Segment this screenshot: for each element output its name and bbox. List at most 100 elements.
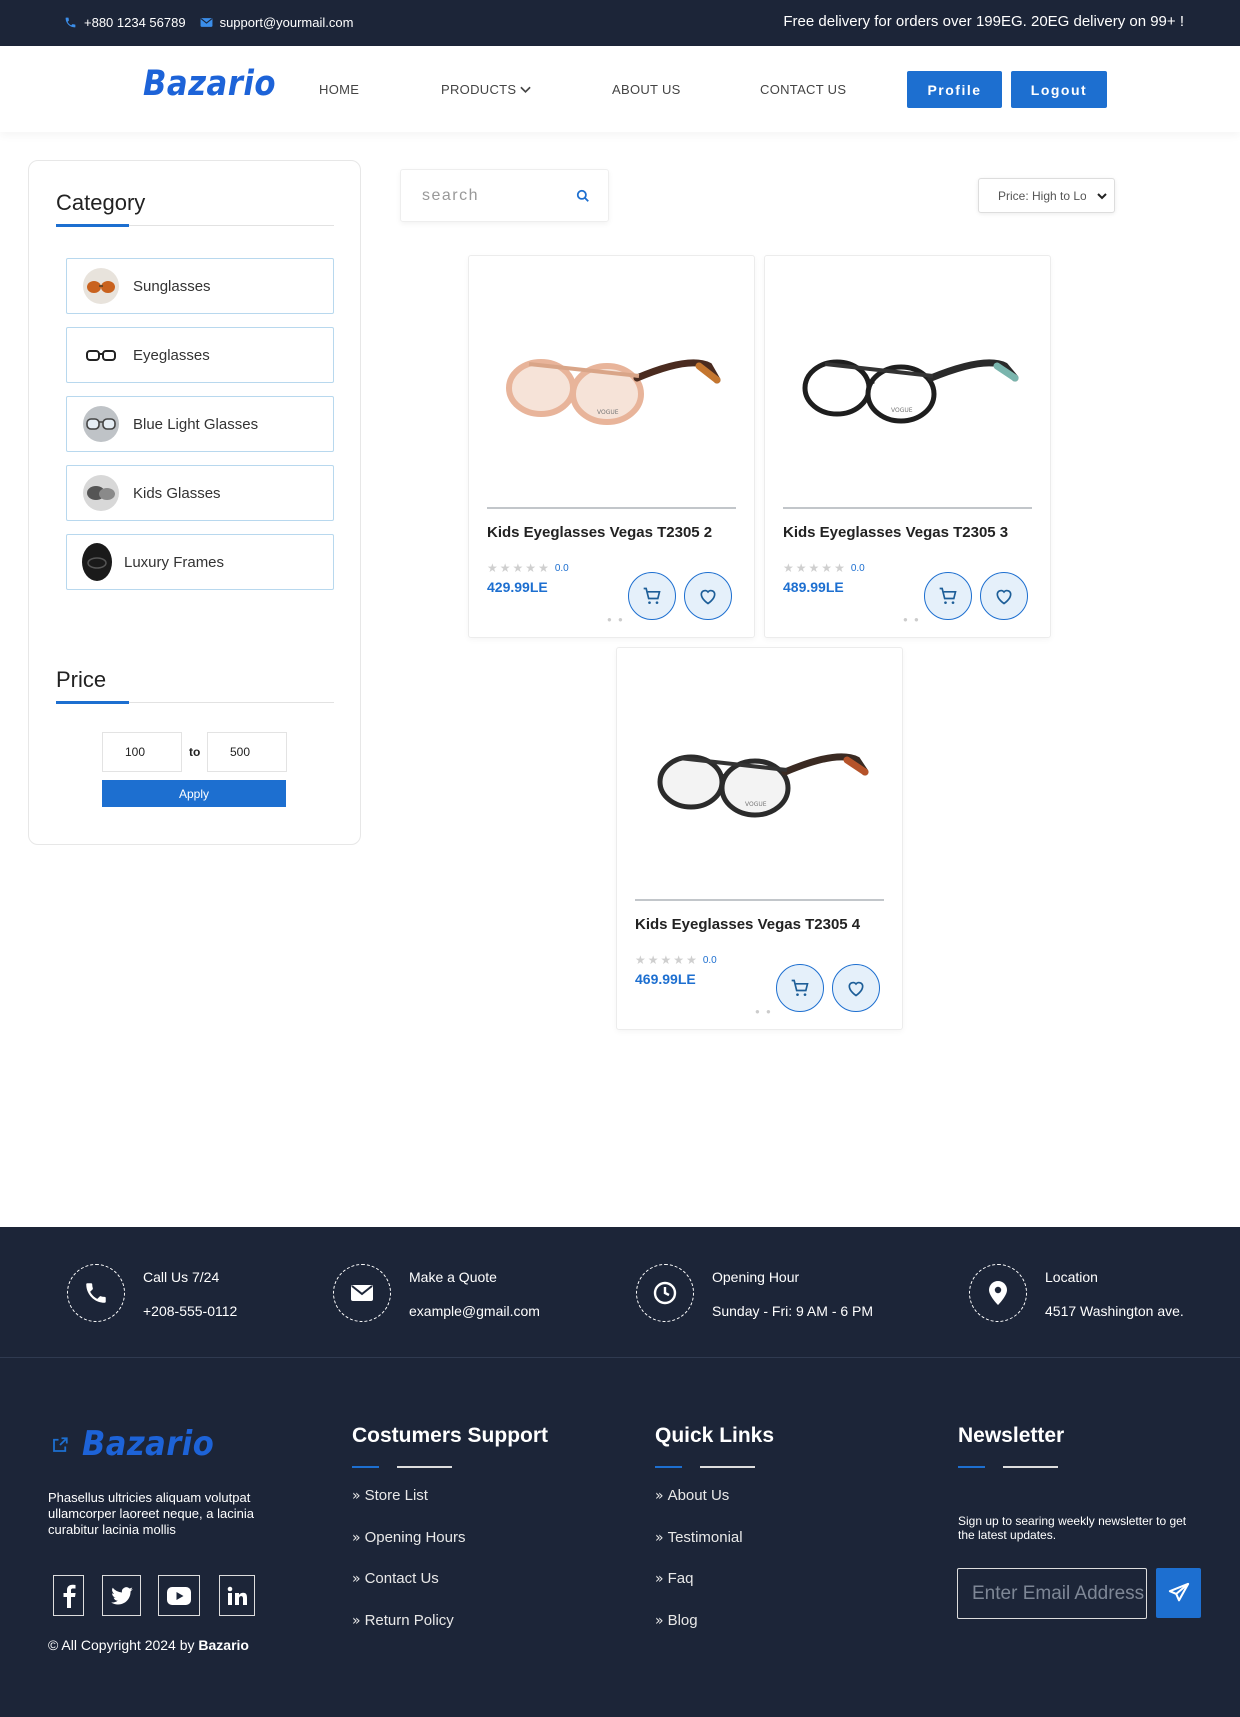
call-value[interactable]: +208-555-0112 <box>143 1303 237 1319</box>
facebook-icon[interactable] <box>53 1575 84 1616</box>
copyright: © All Copyright 2024 by Bazario <box>48 1637 249 1653</box>
chevron-down-icon <box>520 86 532 93</box>
category-item-luxury-frames[interactable]: Luxury Frames <box>66 534 334 590</box>
footer-link-label: Testimonial <box>667 1529 743 1546</box>
product-name[interactable]: Kids Eyeglasses Vegas T2305 3 <box>783 524 1008 541</box>
youtube-icon[interactable] <box>158 1575 200 1616</box>
nav-home[interactable]: HOME <box>319 82 359 97</box>
phone-icon <box>65 17 76 28</box>
category-item-eyeglasses[interactable]: Eyeglasses <box>66 327 334 383</box>
rating-value: 0.0 <box>850 562 865 574</box>
footer-link-opening-hours[interactable]: » Opening Hours <box>352 1529 465 1546</box>
wishlist-button[interactable] <box>684 572 732 620</box>
apply-price-button[interactable]: Apply <box>102 780 286 807</box>
phone-icon <box>67 1264 125 1322</box>
rating-stars: ★ ★ ★ ★ ★ 0.0 <box>487 561 569 575</box>
category-item-blue-light-glasses[interactable]: Blue Light Glasses <box>66 396 334 452</box>
add-to-cart-button[interactable] <box>924 572 972 620</box>
svg-text:VOGUE: VOGUE <box>891 407 913 414</box>
footer-link-label: Faq <box>667 1570 694 1587</box>
newsletter-submit-button[interactable] <box>1156 1568 1201 1618</box>
nav-products-label: PRODUCTS <box>441 82 517 97</box>
profile-button[interactable]: Profile <box>907 71 1002 108</box>
linkedin-icon[interactable] <box>219 1575 255 1616</box>
footer-link-return-policy[interactable]: » Return Policy <box>352 1612 454 1629</box>
category-title-underline <box>56 224 334 227</box>
add-to-cart-button[interactable] <box>776 964 824 1012</box>
external-link-icon[interactable] <box>51 1436 69 1454</box>
promo-banner: Free delivery for orders over 199EG. 20E… <box>783 13 1184 30</box>
title-underline-accent <box>958 1466 985 1468</box>
product-price: 429.99LE <box>487 579 548 595</box>
carousel-dots: ● ● <box>607 615 625 624</box>
footer-link-label: Blog <box>667 1612 698 1629</box>
top-phone[interactable]: +880 1234 56789 <box>64 15 186 30</box>
category-item-kids-glasses[interactable]: Kids Glasses <box>66 465 334 521</box>
footer-link-label: About Us <box>667 1487 730 1504</box>
price-range-separator: to <box>189 745 201 759</box>
carousel-dots: ● ● <box>903 615 921 624</box>
footer-logo[interactable]: Bazario <box>82 1424 214 1464</box>
svg-text:VOGUE: VOGUE <box>597 409 619 416</box>
quote-value[interactable]: example@gmail.com <box>409 1303 540 1319</box>
title-underline <box>397 1466 452 1468</box>
wishlist-button[interactable] <box>980 572 1028 620</box>
sort-select[interactable]: Price: High to Low <box>978 178 1115 213</box>
product-card[interactable]: VOGUE Kids Eyeglasses Vegas T2305 4 ★ ★ ★ ★… <box>616 647 903 1030</box>
logo[interactable]: Bazario <box>143 64 276 104</box>
clock-icon <box>636 1264 694 1322</box>
price-min-input[interactable]: 100 <box>102 732 182 772</box>
footer-link-testimonial[interactable]: » Testimonial <box>655 1529 743 1546</box>
footer-link-about-us[interactable]: » About Us <box>655 1487 729 1504</box>
search-input[interactable]: search <box>422 187 479 205</box>
product-card[interactable]: VOGUE Kids Eyeglasses Vegas T2305 3 ★ ★ ★ ★… <box>764 255 1051 638</box>
search-box[interactable]: search <box>400 169 609 222</box>
sort-selected-value: Price: High to Low <box>998 188 1086 203</box>
double-chevron-right-icon: » <box>352 1529 361 1546</box>
top-phone-text: +880 1234 56789 <box>84 15 186 30</box>
luxury-frames-thumbnail <box>82 543 112 581</box>
wishlist-button[interactable] <box>832 964 880 1012</box>
top-email[interactable]: support@yourmail.com <box>200 15 353 30</box>
support-title: Costumers Support <box>352 1424 549 1447</box>
sunglasses-thumbnail <box>83 268 119 304</box>
category-item-sunglasses[interactable]: Sunglasses <box>66 258 334 314</box>
cart-icon <box>791 979 809 996</box>
quick-links-title: Quick Links <box>655 1424 775 1447</box>
add-to-cart-button[interactable] <box>628 572 676 620</box>
location-title: Location <box>1045 1269 1098 1285</box>
nav-about[interactable]: ABOUT US <box>612 82 681 97</box>
product-name[interactable]: Kids Eyeglasses Vegas T2305 2 <box>487 524 712 541</box>
price-max-input[interactable]: 500 <box>207 732 287 772</box>
chevron-down-icon <box>1097 193 1107 200</box>
envelope-icon <box>333 1264 391 1322</box>
footer-link-label: Return Policy <box>364 1612 454 1629</box>
card-divider <box>783 507 1032 509</box>
nav-products[interactable]: PRODUCTS <box>441 82 532 97</box>
double-chevron-right-icon: » <box>655 1612 664 1629</box>
footer-link-store-list[interactable]: » Store List <box>352 1487 428 1504</box>
top-contact: +880 1234 56789 support@yourmail.com <box>64 15 367 30</box>
product-card[interactable]: VOGUE Kids Eyeglasses Vegas T2305 2 ★ ★ ★ ★… <box>468 255 755 638</box>
newsletter-email-input[interactable]: Enter Email Address <box>957 1568 1147 1619</box>
product-image: VOGUE <box>506 359 721 425</box>
footer-link-blog[interactable]: » Blog <box>655 1612 698 1629</box>
svg-text:VOGUE: VOGUE <box>745 801 767 808</box>
footer-link-faq[interactable]: » Faq <box>655 1570 693 1587</box>
footer-link-label: Store List <box>364 1487 428 1504</box>
product-name[interactable]: Kids Eyeglasses Vegas T2305 4 <box>635 916 860 933</box>
price-title: Price <box>56 667 107 692</box>
footer-about: Phasellus ultricies aliquam volutpat ull… <box>48 1490 254 1537</box>
double-chevron-right-icon: » <box>655 1487 664 1504</box>
search-icon[interactable] <box>576 189 590 203</box>
logout-button[interactable]: Logout <box>1011 71 1107 108</box>
price-title-underline <box>56 701 334 704</box>
paper-plane-icon <box>1168 1582 1189 1602</box>
nav-contact[interactable]: CONTACT US <box>760 82 846 97</box>
footer-link-contact-us[interactable]: » Contact Us <box>352 1570 439 1587</box>
twitter-icon[interactable] <box>102 1575 141 1616</box>
newsletter-title: Newsletter <box>958 1424 1065 1447</box>
title-underline <box>1003 1466 1058 1468</box>
product-image: VOGUE <box>802 359 1019 424</box>
heart-icon <box>848 981 864 997</box>
